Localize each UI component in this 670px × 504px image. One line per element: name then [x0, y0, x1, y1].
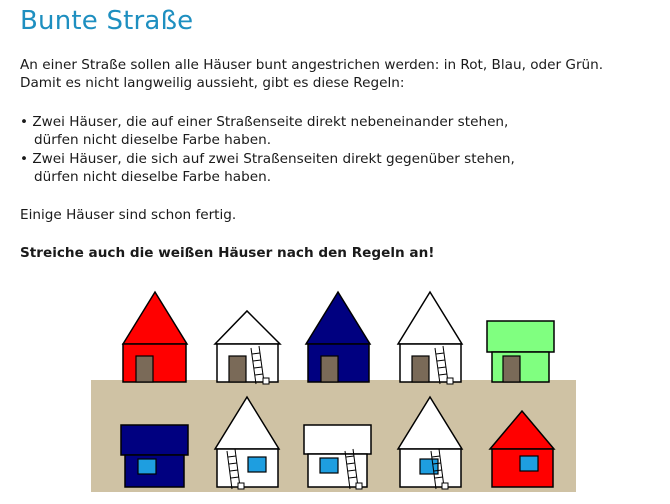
- house-top-4[interactable]: [396, 290, 464, 385]
- house-top-1[interactable]: [121, 290, 189, 383]
- window: [137, 458, 157, 475]
- door: [320, 355, 339, 383]
- house-bottom-1[interactable]: [120, 424, 189, 488]
- house-top-2[interactable]: [213, 309, 282, 385]
- window: [519, 455, 539, 472]
- door: [411, 355, 430, 383]
- window: [319, 457, 339, 474]
- door: [135, 355, 154, 383]
- house-top-3[interactable]: [304, 290, 372, 383]
- door: [228, 355, 247, 383]
- window: [419, 458, 439, 475]
- door: [502, 355, 521, 383]
- house-bottom-3[interactable]: [303, 424, 372, 490]
- window: [247, 456, 267, 473]
- street-scene: [91, 290, 576, 492]
- house-top-5[interactable]: [486, 320, 555, 383]
